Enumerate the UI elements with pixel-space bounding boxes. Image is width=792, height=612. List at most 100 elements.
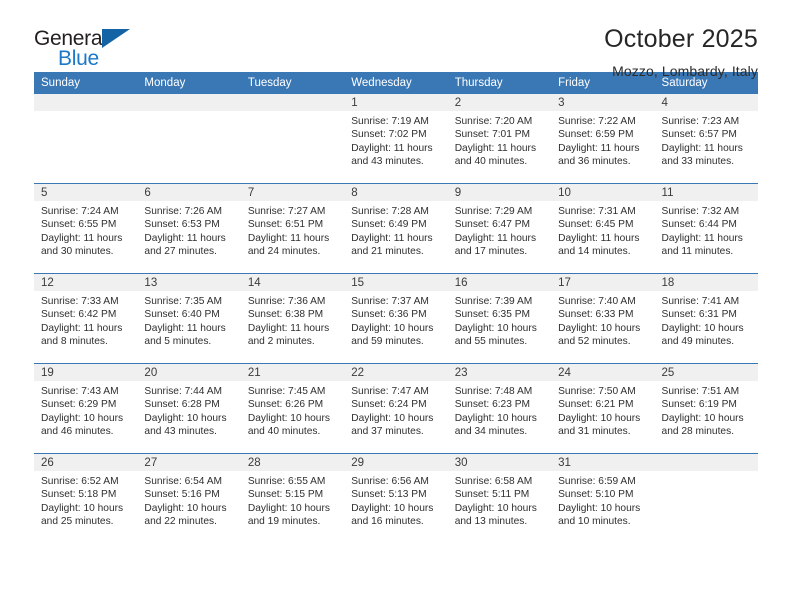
day-number: 18 [654, 274, 758, 291]
calendar-day-cell[interactable]: 21 Sunrise: 7:45 AM Sunset: 6:26 PM Dayligh… [240, 363, 345, 454]
day-details: Sunrise: 7:31 AM Sunset: 6:45 PM Daylight:… [551, 201, 654, 259]
day-number: 15 [344, 274, 448, 291]
calendar-day-cell-empty [240, 94, 345, 184]
day-number [240, 94, 345, 111]
calendar-day-cell[interactable]: 30 Sunrise: 6:58 AM Sunset: 5:11 PM Dayligh… [447, 453, 552, 543]
day-number: 14 [240, 274, 345, 291]
day-details: Sunrise: 7:19 AM Sunset: 7:02 PM Daylight:… [344, 111, 447, 169]
calendar-day-cell[interactable]: 4 Sunrise: 7:23 AM Sunset: 6:57 PM Daylight… [654, 94, 758, 184]
daylight-text-line1: Daylight: 11 hours [41, 322, 123, 334]
sunset-text: Sunset: 6:35 PM [454, 309, 531, 321]
calendar-day-cell[interactable]: 23 Sunrise: 7:48 AM Sunset: 6:23 PM Dayligh… [447, 363, 552, 454]
calendar-day-cell[interactable]: 18 Sunrise: 7:41 AM Sunset: 6:31 PM Dayligh… [654, 273, 758, 364]
sunset-text: Sunset: 5:11 PM [454, 489, 530, 501]
sunrise-text: Sunrise: 6:56 AM [351, 476, 429, 487]
sunset-text: Sunset: 7:02 PM [351, 129, 427, 141]
sunrise-text: Sunrise: 7:37 AM [351, 296, 429, 307]
daylight-text-line1: Daylight: 11 hours [661, 232, 743, 244]
calendar-day-cell[interactable]: 10 Sunrise: 7:31 AM Sunset: 6:45 PM Dayligh… [551, 183, 655, 274]
daylight-text-line1: Daylight: 10 hours [661, 322, 744, 334]
calendar-day-cell[interactable]: 7 Sunrise: 7:27 AM Sunset: 6:51 PM Daylight… [240, 183, 345, 274]
day-number: 8 [344, 184, 448, 201]
calendar-day-cell[interactable]: 16 Sunrise: 7:39 AM Sunset: 6:35 PM Dayligh… [447, 273, 552, 364]
day-number: 10 [551, 184, 655, 201]
daylight-text-line2: and 21 minutes. [351, 246, 424, 258]
logo-text-general: General [34, 27, 107, 50]
calendar-day-cell[interactable]: 11 Sunrise: 7:32 AM Sunset: 6:44 PM Dayligh… [654, 183, 758, 274]
calendar-week-row: 12 Sunrise: 7:33 AM Sunset: 6:42 PM Dayligh… [34, 273, 758, 364]
day-details: Sunrise: 7:47 AM Sunset: 6:24 PM Daylight:… [344, 381, 447, 439]
logo-text-blue: Blue [58, 47, 99, 70]
day-number: 26 [34, 454, 138, 471]
sunset-text: Sunset: 6:29 PM [41, 399, 117, 411]
calendar-day-cell[interactable]: 2 Sunrise: 7:20 AM Sunset: 7:01 PM Daylight… [447, 94, 552, 184]
calendar-day-cell[interactable]: 26 Sunrise: 6:52 AM Sunset: 5:18 PM Dayligh… [34, 453, 138, 543]
sunset-text: Sunset: 5:18 PM [41, 489, 117, 501]
sunset-text: Sunset: 6:38 PM [247, 309, 324, 321]
daylight-text-line2: and 55 minutes. [454, 336, 528, 348]
calendar-day-cell[interactable]: 29 Sunrise: 6:56 AM Sunset: 5:13 PM Dayligh… [344, 453, 448, 543]
daylight-text-line1: Daylight: 11 hours [454, 232, 537, 244]
sunset-text: Sunset: 5:13 PM [351, 489, 427, 501]
calendar-day-cell[interactable]: 25 Sunrise: 7:51 AM Sunset: 6:19 PM Dayligh… [654, 363, 758, 454]
daylight-text-line2: and 27 minutes. [144, 246, 217, 258]
sunrise-text: Sunrise: 7:26 AM [144, 206, 223, 217]
day-number: 16 [447, 274, 552, 291]
daylight-text-line2: and 31 minutes. [558, 426, 631, 438]
day-details: Sunrise: 6:54 AM Sunset: 5:16 PM Daylight:… [137, 471, 240, 529]
daylight-text-line2: and 30 minutes. [41, 246, 114, 258]
calendar-day-cell[interactable]: 20 Sunrise: 7:44 AM Sunset: 6:28 PM Dayligh… [137, 363, 241, 454]
sunset-text: Sunset: 6:21 PM [558, 399, 634, 411]
daylight-text-line2: and 24 minutes. [247, 246, 321, 258]
calendar-day-cell[interactable]: 5 Sunrise: 7:24 AM Sunset: 6:55 PM Daylight… [34, 183, 138, 274]
calendar-day-cell[interactable]: 6 Sunrise: 7:26 AM Sunset: 6:53 PM Daylight… [137, 183, 241, 274]
calendar-day-cell[interactable]: 31 Sunrise: 6:59 AM Sunset: 5:10 PM Dayligh… [551, 453, 655, 543]
calendar-day-cell[interactable]: 8 Sunrise: 7:28 AM Sunset: 6:49 PM Daylight… [344, 183, 448, 274]
daylight-text-line2: and 49 minutes. [661, 336, 735, 348]
calendar-day-cell[interactable]: 28 Sunrise: 6:55 AM Sunset: 5:15 PM Dayligh… [240, 453, 345, 543]
sunset-text: Sunset: 6:31 PM [661, 309, 737, 321]
calendar-day-cell[interactable]: 3 Sunrise: 7:22 AM Sunset: 6:59 PM Daylight… [551, 94, 655, 184]
sunrise-text: Sunrise: 7:20 AM [454, 116, 533, 127]
sunrise-text: Sunrise: 6:59 AM [558, 476, 636, 487]
daylight-text-line2: and 40 minutes. [454, 156, 528, 168]
sunset-text: Sunset: 6:59 PM [558, 129, 634, 141]
calendar-week-row: 1 Sunrise: 7:19 AM Sunset: 7:02 PM Daylight… [34, 94, 758, 184]
calendar-day-cell[interactable]: 17 Sunrise: 7:40 AM Sunset: 6:33 PM Dayligh… [551, 273, 655, 364]
calendar-day-cell[interactable]: 15 Sunrise: 7:37 AM Sunset: 6:36 PM Dayligh… [344, 273, 448, 364]
daylight-text-line1: Daylight: 11 hours [144, 322, 226, 334]
day-details: Sunrise: 7:50 AM Sunset: 6:21 PM Daylight:… [551, 381, 654, 439]
sunset-text: Sunset: 6:33 PM [558, 309, 634, 321]
calendar-day-cell[interactable]: 27 Sunrise: 6:54 AM Sunset: 5:16 PM Dayligh… [137, 453, 241, 543]
sunset-text: Sunset: 6:55 PM [41, 219, 117, 231]
calendar-day-cell[interactable]: 19 Sunrise: 7:43 AM Sunset: 6:29 PM Dayligh… [34, 363, 138, 454]
calendar-day-cell[interactable]: 1 Sunrise: 7:19 AM Sunset: 7:02 PM Daylight… [344, 94, 448, 184]
calendar-day-cell[interactable]: 13 Sunrise: 7:35 AM Sunset: 6:40 PM Dayligh… [137, 273, 241, 364]
daylight-text-line1: Daylight: 11 hours [661, 142, 743, 154]
daylight-text-line1: Daylight: 11 hours [351, 232, 433, 244]
sunrise-text: Sunrise: 6:55 AM [247, 476, 326, 487]
title-block: October 2025 Mozzo, Lombardy, Italy [604, 25, 758, 78]
sunrise-text: Sunrise: 7:47 AM [351, 386, 429, 397]
sunrise-text: Sunrise: 7:45 AM [247, 386, 326, 397]
daylight-text-line1: Daylight: 10 hours [41, 412, 124, 424]
sunrise-text: Sunrise: 7:32 AM [661, 206, 740, 217]
day-number: 25 [654, 364, 758, 381]
daylight-text-line2: and 46 minutes. [41, 426, 114, 438]
calendar-body: 1 Sunrise: 7:19 AM Sunset: 7:02 PM Daylight… [34, 94, 758, 543]
daylight-text-line2: and 34 minutes. [454, 426, 528, 438]
calendar-day-cell[interactable]: 9 Sunrise: 7:29 AM Sunset: 6:47 PM Daylight… [447, 183, 552, 274]
calendar-day-cell[interactable]: 12 Sunrise: 7:33 AM Sunset: 6:42 PM Dayligh… [34, 273, 138, 364]
page-title: October 2025 [604, 25, 758, 53]
day-number: 28 [240, 454, 345, 471]
calendar-day-cell-empty [654, 453, 758, 543]
sunset-text: Sunset: 7:01 PM [454, 129, 531, 141]
day-details: Sunrise: 7:20 AM Sunset: 7:01 PM Daylight:… [448, 111, 551, 169]
daylight-text-line1: Daylight: 11 hours [41, 232, 123, 244]
calendar-day-cell[interactable]: 14 Sunrise: 7:36 AM Sunset: 6:38 PM Dayligh… [240, 273, 345, 364]
day-number: 31 [551, 454, 655, 471]
calendar-day-cell[interactable]: 22 Sunrise: 7:47 AM Sunset: 6:24 PM Dayligh… [344, 363, 448, 454]
calendar-day-cell[interactable]: 24 Sunrise: 7:50 AM Sunset: 6:21 PM Dayligh… [551, 363, 655, 454]
daylight-text-line1: Daylight: 10 hours [144, 502, 227, 514]
day-number: 11 [654, 184, 758, 201]
